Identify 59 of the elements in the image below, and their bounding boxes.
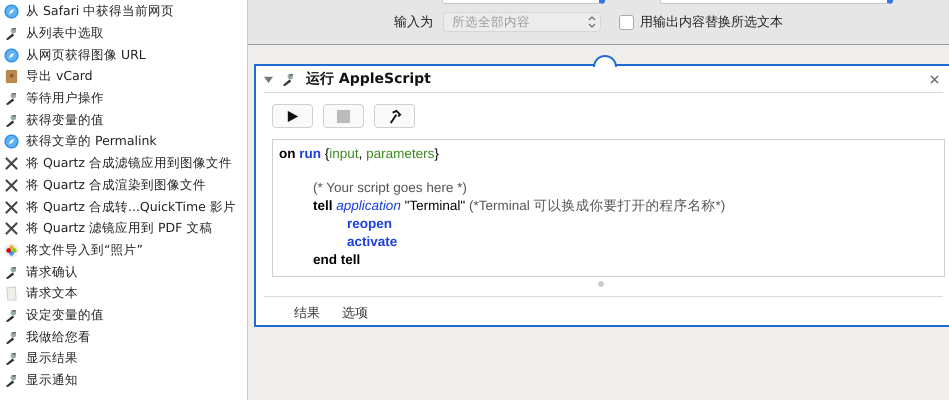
robot-arm-icon: [4, 351, 19, 366]
close-icon[interactable]: [930, 74, 939, 84]
action-list-item[interactable]: 请求确认: [0, 261, 247, 283]
address-book-icon: [4, 69, 19, 84]
action-list-item[interactable]: 导出 vCard: [0, 66, 247, 88]
compass-icon: [4, 4, 19, 20]
toolbar-button[interactable]: [374, 104, 415, 128]
action-list-item[interactable]: 将 Quartz 合成转...QuickTime 影片: [0, 196, 247, 218]
action-list-item[interactable]: 等待用户操作: [0, 88, 247, 110]
action-list-item[interactable]: 将 Quartz 合成渲染到图像文件: [0, 174, 247, 196]
robot-arm-icon: [4, 112, 19, 128]
hammer-icon: [387, 108, 402, 124]
robot-arm-icon: [4, 330, 19, 345]
toolbar-button[interactable]: [272, 104, 313, 128]
action-list-item[interactable]: 从列表中选取: [0, 22, 247, 44]
action-list-item[interactable]: 显示结果: [0, 348, 247, 370]
tab[interactable]: 选项: [340, 304, 370, 324]
flower-icon: [4, 242, 19, 258]
action-list-item[interactable]: 显示通知: [0, 370, 247, 392]
action-list-item[interactable]: 我做给您看: [0, 326, 247, 348]
checkbox-label: 用输出内容替换所选文本: [640, 14, 783, 31]
checkbox[interactable]: [619, 14, 634, 30]
script-editor[interactable]: on run {input, parameters} (* Your script goes here *) tell application "Terminal" (*Terminal 可以换成你要打开的程序名称*) reopen activate end tell: [272, 139, 945, 277]
robot-arm-icon: [4, 91, 19, 106]
robot-arm-icon: [4, 373, 19, 388]
crossed-tools-icon: [4, 200, 19, 215]
notepad-icon: [4, 286, 19, 302]
robot-arm-icon: [4, 264, 19, 280]
action-list-item[interactable]: 请求文本: [0, 282, 247, 305]
robot-arm-icon: [4, 26, 19, 42]
crossed-tools-icon: [4, 221, 19, 236]
robot-arm-icon: [281, 72, 296, 86]
action-list-item[interactable]: 将 Quartz 滤镜应用到 PDF 文稿: [0, 218, 247, 240]
action-list-item[interactable]: 设定变量的值: [0, 304, 247, 326]
crossed-tools-icon: [4, 156, 19, 172]
action-list-item[interactable]: 获得变量的值: [0, 109, 247, 132]
action-list-item[interactable]: 将 Quartz 合成滤镜应用到图像文件: [0, 152, 247, 174]
action-list-item[interactable]: 获得文章的 Permalink: [0, 131, 247, 153]
play-icon: [285, 108, 300, 124]
code-line: on run {input, parameters}: [279, 145, 440, 163]
stepper-icon: [588, 16, 596, 28]
tab[interactable]: 结果: [292, 304, 322, 324]
code-line: (* Your script goes here *): [313, 179, 468, 197]
disclosure-triangle[interactable]: [264, 74, 273, 84]
compass-icon: [4, 48, 19, 63]
crossed-tools-icon: [4, 178, 19, 193]
compass-icon: [4, 134, 19, 150]
code-line: reopen: [347, 215, 394, 233]
code-line: end tell: [313, 251, 362, 269]
code-line: tell application "Terminal" (*Terminal 可以换成你要打开的程序名称*): [313, 197, 726, 215]
code-line: activate: [347, 233, 398, 251]
stop-icon: [336, 108, 351, 124]
action-list-item[interactable]: 从 Safari 中获得当前网页: [0, 1, 247, 23]
resize-handle[interactable]: [598, 281, 604, 287]
input-label: 输入为: [394, 14, 433, 31]
robot-arm-icon: [4, 308, 19, 323]
action-title: 运行 AppleScript: [306, 70, 432, 88]
action-list-item[interactable]: 将文件导入到“照片”: [0, 240, 247, 262]
action-list-item[interactable]: 从网页获得图像 URL: [0, 44, 247, 66]
